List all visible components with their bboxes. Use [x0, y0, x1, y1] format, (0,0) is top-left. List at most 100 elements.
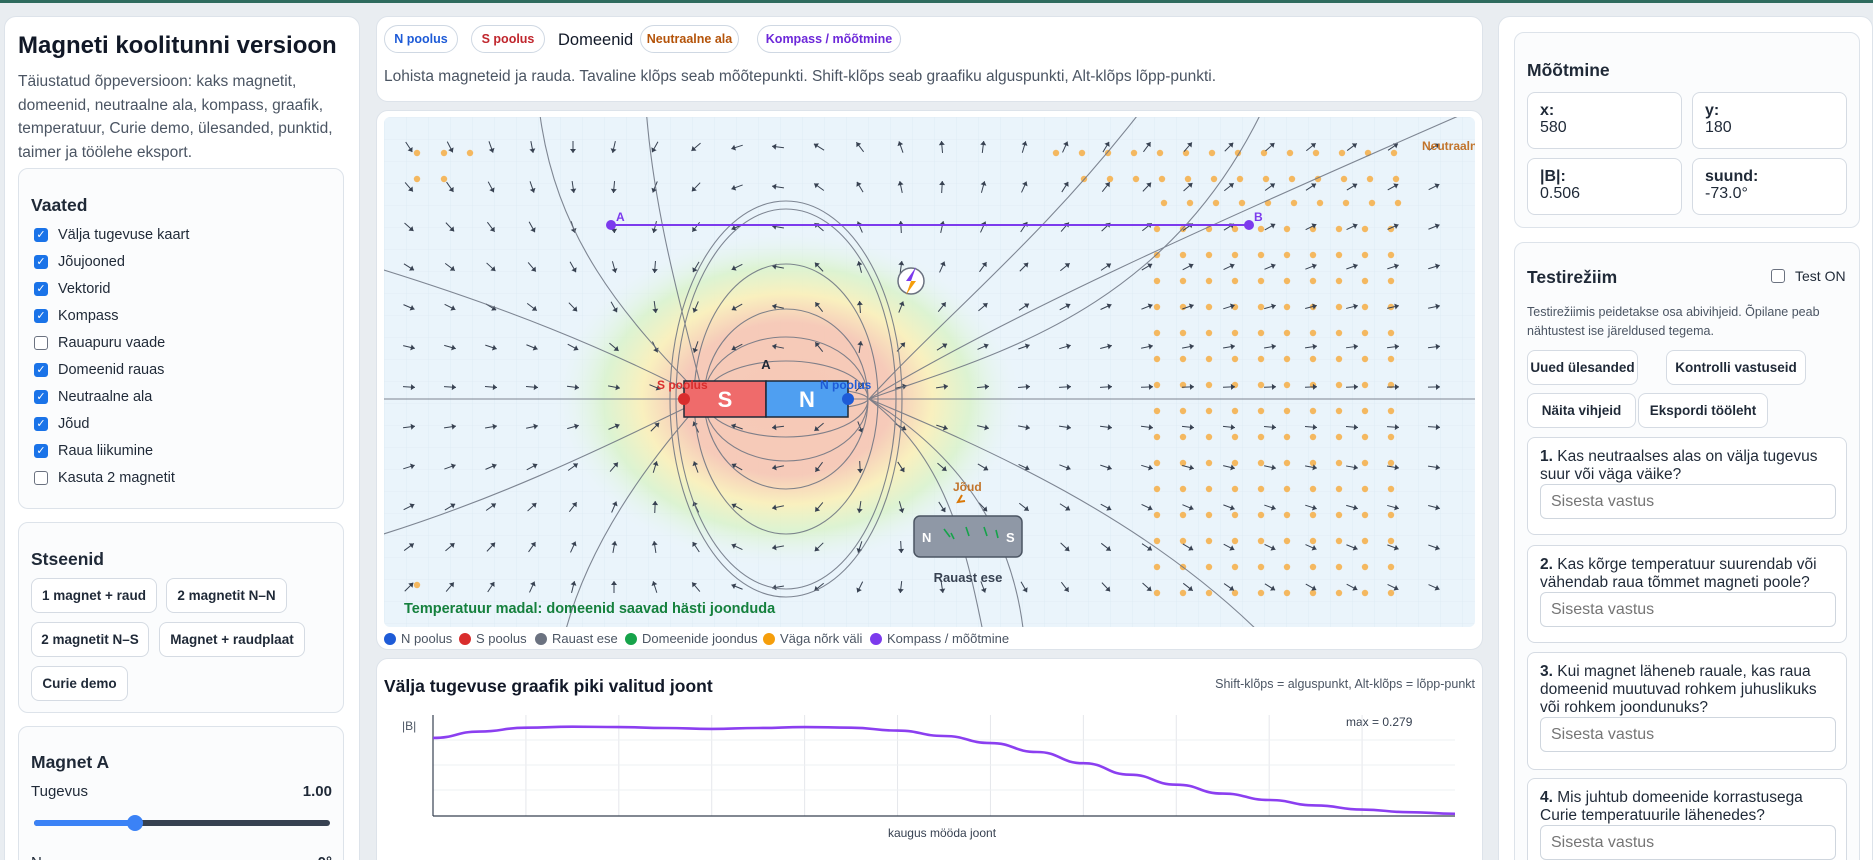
chip-s-pole[interactable]: S poolus: [471, 25, 545, 53]
view-toggle[interactable]: Kasuta 2 magnetit: [34, 469, 175, 487]
neutral-zone-dot: [1283, 277, 1291, 285]
neutral-zone-dot: [1231, 329, 1239, 337]
question-text: 2. Kas kõrge temperatuur suurendab või v…: [1540, 556, 1817, 591]
export-worksheet-button[interactable]: Ekspordi tööleht: [1638, 393, 1768, 428]
neutral-zone-dot: [1361, 407, 1369, 415]
neutral-zone-dot: [1052, 149, 1060, 157]
neutral-zone-dot: [1205, 277, 1213, 285]
neutral-zone-dot: [1257, 511, 1265, 519]
new-tasks-button[interactable]: Uued ülesanded: [1527, 350, 1638, 385]
view-toggle[interactable]: ✓ Vektorid: [34, 280, 110, 298]
view-toggle-label: Neutraalne ala: [58, 389, 153, 405]
neutral-zone-dot: [1361, 381, 1369, 389]
neutral-zone-dot: [1257, 251, 1265, 259]
measure-point-b: [1244, 220, 1254, 230]
neutral-zone-dot: [1361, 225, 1369, 233]
neutral-zone-dot: [1231, 251, 1239, 259]
chip-neutral-zone[interactable]: Neutraalne ala: [640, 25, 739, 53]
neutral-zone-dot: [1208, 149, 1216, 157]
simulation-canvas[interactable]: A B Neutraalne ala S N A S poolus N pool…: [384, 117, 1475, 627]
neutral-zone-dot: [1335, 381, 1343, 389]
neutral-zone-dot: [1335, 303, 1343, 311]
legend-dot: [459, 632, 471, 645]
scene-button-1-magnet-iron[interactable]: 1 magnet + raud: [31, 578, 157, 613]
view-checkbox[interactable]: ✓: [34, 228, 48, 242]
neutral-zone-dot: [1257, 329, 1265, 337]
neutral-zone-dot: [1361, 251, 1369, 259]
view-toggle[interactable]: ✓ Jõujooned: [34, 253, 125, 271]
neutral-zone-dot: [440, 149, 448, 157]
neutral-zone-dot: [1283, 433, 1291, 441]
test-toggle-checkbox[interactable]: [1771, 269, 1785, 283]
view-checkbox[interactable]: ✓: [34, 417, 48, 431]
chip-compass-measure[interactable]: Kompass / mõõtmine: [757, 25, 901, 53]
measurement-b: |B|: 0.506: [1527, 158, 1682, 215]
view-toggle-label: Rauapuru vaade: [58, 335, 166, 351]
measurement-x: x: 580: [1527, 92, 1682, 149]
instructions-text: Lohista magneteid ja rauda. Tavaline klõ…: [384, 68, 1217, 85]
view-toggle[interactable]: ✓ Raua liikumine: [34, 442, 153, 460]
neutral-zone-dot: [1153, 251, 1161, 259]
answer-input[interactable]: [1540, 717, 1836, 752]
neutral-zone-dot: [1153, 407, 1161, 415]
measurement-direction-value: -73.0°: [1705, 185, 1748, 202]
magnet-a-tag: A: [761, 357, 771, 372]
view-checkbox[interactable]: ✓: [34, 444, 48, 458]
iron-n-letter: N: [922, 530, 931, 545]
neutral-zone-dot: [1210, 175, 1218, 183]
measure-point-a-label: A: [616, 210, 625, 224]
view-toggle[interactable]: ✓ Välja tugevuse kaart: [34, 226, 189, 244]
view-toggle[interactable]: ✓ Jõud: [34, 415, 89, 433]
legend-dot: [763, 632, 775, 645]
neutral-zone-dot: [1236, 175, 1244, 183]
view-toggle[interactable]: Rauapuru vaade: [34, 334, 165, 352]
neutral-zone-dot: [1257, 563, 1265, 571]
view-checkbox[interactable]: ✓: [34, 390, 48, 404]
view-checkbox[interactable]: ✓: [34, 363, 48, 377]
neutral-zone-dot: [1361, 355, 1369, 363]
neutral-zone-dot: [1153, 433, 1161, 441]
scene-button-2-magnets-ns[interactable]: 2 magnetit N–S: [31, 622, 149, 657]
test-toggle[interactable]: Test ON: [1771, 268, 1846, 284]
test-toggle-label: Test ON: [1795, 268, 1846, 284]
view-toggle[interactable]: ✓ Neutraalne ala: [34, 388, 152, 406]
scene-button-curie-demo[interactable]: Curie demo: [31, 666, 128, 701]
view-toggle-label: Jõud: [58, 416, 90, 432]
neutral-zone-dot: [1361, 303, 1369, 311]
neutral-zone-dot: [1283, 407, 1291, 415]
measurement-b-value: 0.506: [1540, 185, 1581, 202]
neutral-zone-dot: [1257, 303, 1265, 311]
neutral-zone-dot: [1153, 537, 1161, 545]
scene-button-magnet-plate[interactable]: Magnet + raudplaat: [159, 622, 305, 657]
answer-input[interactable]: [1540, 592, 1836, 627]
neutral-zone-dot: [1387, 589, 1395, 597]
neutral-zone-dot: [1394, 199, 1402, 207]
neutral-zone-dot: [1387, 537, 1395, 545]
view-toggle[interactable]: ✓ Kompass: [34, 307, 118, 325]
neutral-zone-dot: [1205, 433, 1213, 441]
neutral-zone-dot: [1387, 563, 1395, 571]
show-hints-button[interactable]: Näita vihjeid: [1527, 393, 1636, 428]
strength-slider-thumb[interactable]: [126, 815, 143, 831]
answer-input[interactable]: [1540, 825, 1836, 860]
chip-n-pole[interactable]: N poolus: [384, 25, 458, 53]
answer-input[interactable]: [1540, 484, 1836, 519]
view-checkbox[interactable]: ✓: [34, 282, 48, 296]
view-checkbox[interactable]: ✓: [34, 309, 48, 323]
check-answers-button[interactable]: Kontrolli vastuseid: [1666, 350, 1806, 385]
neutral-zone-dot: [1212, 199, 1220, 207]
legend-dot: [625, 632, 637, 645]
view-checkbox[interactable]: [34, 336, 48, 350]
strength-slider[interactable]: [34, 815, 330, 831]
view-checkbox[interactable]: [34, 471, 48, 485]
neutral-zone-dot: [1387, 277, 1395, 285]
neutral-zone-dot: [1283, 251, 1291, 259]
measure-point-b-label: B: [1254, 210, 1263, 224]
neutral-zone-dot: [1205, 381, 1213, 389]
scene-button-2-magnets-nn[interactable]: 2 magnetit N–N: [166, 578, 287, 613]
neutral-zone-dot: [1257, 459, 1265, 467]
view-toggle[interactable]: ✓ Domeenid rauas: [34, 361, 164, 379]
view-checkbox[interactable]: ✓: [34, 255, 48, 269]
legend-dot: [384, 632, 396, 645]
legend-s-pole: S poolus: [459, 631, 527, 646]
